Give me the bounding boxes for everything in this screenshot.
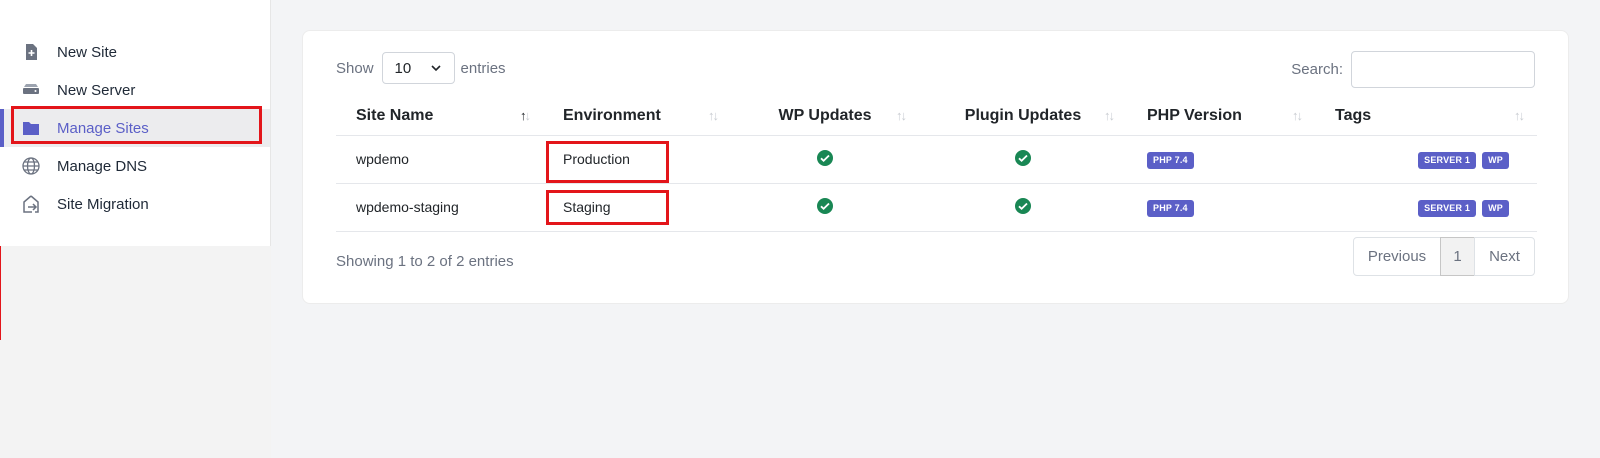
column-header-plugin-updates[interactable]: Plugin Updates ↑↓	[919, 97, 1127, 136]
sidebar-item-label: New Site	[57, 43, 118, 61]
sort-icon: ↑↓	[896, 108, 907, 123]
page-length-select[interactable]: 10	[381, 52, 455, 84]
sort-icon: ↑↓	[708, 108, 719, 123]
plugin-updates-cell	[919, 183, 1127, 232]
php-version-badge: PHP 7.4	[1147, 151, 1194, 169]
header-label: WP Updates	[778, 106, 872, 124]
table-header-row: Site Name ↑↓ Environment ↑↓ WP Updates ↑…	[336, 97, 1537, 136]
column-header-tags[interactable]: Tags ↑↓	[1315, 97, 1537, 136]
tags-cell: SERVER 1 WP	[1315, 135, 1537, 184]
sort-icon: ↑↓	[1292, 108, 1303, 123]
sidebar-item-manage-sites[interactable]: Manage Sites	[0, 109, 270, 147]
sidebar-item-label: New Server	[57, 81, 136, 99]
sidebar-nav: New Site New Server Manage Sites Manage …	[0, 0, 271, 246]
sites-table: Site Name ↑↓ Environment ↑↓ WP Updates ↑…	[336, 97, 1537, 232]
table-row: wpdemo-staging Staging PHP 7.4 SERVER 1 W…	[336, 183, 1537, 232]
column-header-site-name[interactable]: Site Name ↑↓	[336, 97, 543, 136]
sidebar-item-label: Manage DNS	[57, 157, 148, 175]
sidebar: New Site New Server Manage Sites Manage …	[0, 0, 271, 458]
show-label: Show	[336, 59, 374, 77]
header-label: Plugin Updates	[964, 106, 1082, 124]
php-version-cell: PHP 7.4	[1127, 135, 1315, 184]
environment-cell: Staging	[543, 183, 731, 232]
check-circle-icon	[817, 197, 833, 214]
php-version-cell: PHP 7.4	[1127, 183, 1315, 232]
tags-cell: SERVER 1 WP	[1315, 183, 1537, 232]
plugin-updates-cell	[919, 135, 1127, 184]
pagination: Previous 1 Next	[1353, 237, 1535, 276]
tag-badge[interactable]: WP	[1482, 199, 1509, 217]
environment-cell: Production	[543, 135, 731, 184]
page-length-control: Show 10 entries	[336, 52, 506, 84]
search-control: Search:	[1291, 51, 1535, 88]
chevron-down-icon	[430, 65, 441, 72]
php-version-badge: PHP 7.4	[1147, 199, 1194, 217]
previous-page-button[interactable]: Previous	[1353, 237, 1441, 276]
folder-icon	[20, 117, 42, 139]
tag-badge[interactable]: SERVER 1	[1418, 199, 1477, 217]
check-circle-icon	[1015, 149, 1031, 166]
sites-table-card: Show 10 entries Search: Site Name ↑↓ Env…	[302, 30, 1569, 304]
tag-badge[interactable]: SERVER 1	[1418, 151, 1477, 169]
file-plus-icon	[20, 41, 42, 63]
globe-icon	[20, 155, 42, 177]
sort-icon: ↑↓	[1514, 108, 1525, 123]
sidebar-item-site-migration[interactable]: Site Migration	[0, 185, 270, 223]
site-name-cell[interactable]: wpdemo-staging	[336, 183, 543, 232]
site-name-cell[interactable]: wpdemo	[336, 135, 543, 184]
page-length-value: 10	[394, 59, 412, 77]
active-indicator	[0, 109, 4, 147]
header-label: Environment	[563, 106, 661, 124]
header-label: Site Name	[356, 106, 434, 124]
sidebar-item-new-site[interactable]: New Site	[0, 33, 270, 71]
entries-label: entries	[460, 59, 506, 77]
table-info: Showing 1 to 2 of 2 entries	[336, 253, 514, 270]
tag-badge[interactable]: WP	[1482, 151, 1509, 169]
migration-icon	[20, 193, 42, 215]
sidebar-item-manage-dns[interactable]: Manage DNS	[0, 147, 270, 185]
highlight-edge-line	[0, 246, 1, 340]
search-label: Search:	[1291, 61, 1343, 78]
column-header-php-version[interactable]: PHP Version ↑↓	[1127, 97, 1315, 136]
sidebar-item-label: Site Migration	[57, 195, 149, 213]
table-row: wpdemo Production PHP 7.4 SERVER 1 WP	[336, 135, 1537, 184]
column-header-environment[interactable]: Environment ↑↓	[543, 97, 731, 136]
check-circle-icon	[1015, 197, 1031, 214]
page-1-button[interactable]: 1	[1440, 237, 1475, 276]
server-icon	[20, 79, 42, 101]
header-label: Tags	[1335, 106, 1372, 124]
sort-icon: ↑↓	[1104, 108, 1115, 123]
column-header-wp-updates[interactable]: WP Updates ↑↓	[731, 97, 919, 136]
check-circle-icon	[817, 149, 833, 166]
wp-updates-cell	[731, 135, 919, 184]
wp-updates-cell	[731, 183, 919, 232]
sidebar-item-label: Manage Sites	[57, 119, 149, 137]
header-label: PHP Version	[1147, 106, 1242, 124]
sort-asc-icon: ↑↓	[520, 108, 531, 123]
next-page-button[interactable]: Next	[1474, 237, 1535, 276]
search-input[interactable]	[1351, 51, 1535, 88]
sidebar-item-new-server[interactable]: New Server	[0, 71, 270, 109]
